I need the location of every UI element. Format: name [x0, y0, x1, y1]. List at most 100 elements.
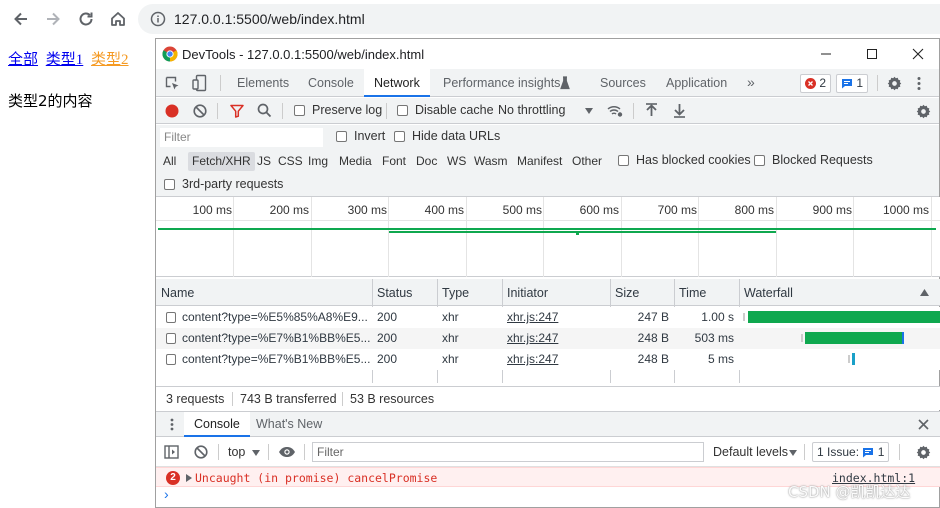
drawer-tab-console[interactable]: Console — [184, 412, 250, 437]
third-party-label: 3rd-party requests — [182, 177, 284, 191]
sidebar-toggle-icon[interactable] — [164, 445, 179, 459]
close-drawer-icon[interactable] — [918, 419, 929, 430]
watermark: CSDN @凯凯达达 — [788, 483, 911, 501]
error-icon — [805, 78, 816, 89]
overview-tick: 700 ms — [657, 203, 697, 217]
maximize-button[interactable] — [849, 39, 895, 69]
error-counter[interactable]: 2 — [800, 74, 832, 93]
close-window-button[interactable] — [895, 39, 940, 69]
request-initiator[interactable]: xhr.js:247 — [507, 310, 558, 324]
inspect-element-icon[interactable] — [165, 76, 180, 91]
type-filter-media[interactable]: Media — [339, 152, 372, 171]
settings-gear-icon[interactable] — [887, 76, 902, 91]
link-type1[interactable]: 类型1 — [46, 52, 84, 68]
home-button[interactable] — [107, 8, 129, 30]
overview-bar — [389, 231, 776, 233]
more-options-icon[interactable] — [916, 76, 922, 91]
tab-application[interactable]: Application — [666, 69, 727, 97]
request-initiator[interactable]: xhr.js:247 — [507, 331, 558, 345]
drawer-menu-icon[interactable] — [170, 418, 174, 431]
tab-network[interactable]: Network — [364, 69, 430, 97]
link-all[interactable]: 全部 — [8, 52, 38, 68]
browser-toolbar: 127.0.0.1:5500/web/index.html — [0, 0, 940, 38]
filter-icon[interactable] — [230, 104, 244, 118]
type-filter-font[interactable]: Font — [382, 152, 406, 171]
error-repeat-count: 2 — [166, 471, 180, 485]
link-type2[interactable]: 类型2 — [91, 52, 129, 68]
record-icon[interactable] — [165, 104, 179, 118]
type-filter-doc[interactable]: Doc — [416, 152, 437, 171]
type-filter-img[interactable]: Img — [308, 152, 328, 171]
reload-button[interactable] — [75, 8, 97, 30]
network-filter-input[interactable]: Filter — [160, 128, 323, 147]
third-party-checkbox[interactable] — [164, 179, 175, 190]
network-overview[interactable]: 100 ms 200 ms 300 ms 400 ms 500 ms 600 m… — [156, 197, 940, 277]
col-type[interactable]: Type — [442, 286, 469, 300]
minimize-button[interactable] — [803, 39, 849, 69]
export-har-icon[interactable] — [673, 103, 686, 118]
back-button[interactable] — [10, 8, 32, 30]
drawer-tab-whats-new[interactable]: What's New — [256, 412, 322, 437]
type-filter-wasm[interactable]: Wasm — [474, 152, 508, 171]
console-prompt[interactable]: › — [164, 486, 169, 502]
tab-performance-insights[interactable]: Performance insights — [443, 69, 560, 97]
live-expression-eye-icon[interactable] — [278, 446, 296, 458]
more-tabs-button[interactable]: » — [747, 69, 755, 97]
overview-tick: 600 ms — [579, 203, 619, 217]
type-filter-js[interactable]: JS — [257, 152, 271, 171]
filter-bar: Filter Invert Hide data URLs All Fetch/X… — [156, 125, 939, 197]
throttling-select[interactable]: No throttling — [498, 103, 565, 117]
col-time[interactable]: Time — [679, 286, 706, 300]
clear-icon[interactable] — [193, 104, 207, 118]
type-filter-ws[interactable]: WS — [447, 152, 466, 171]
has-blocked-cookies-checkbox[interactable] — [618, 155, 629, 166]
tab-elements[interactable]: Elements — [237, 69, 289, 97]
console-filter-input[interactable]: Filter — [312, 442, 704, 462]
message-counter[interactable]: 1 — [836, 74, 869, 93]
summary-transferred: 743 B transferred — [240, 392, 337, 406]
overview-bar — [576, 233, 579, 235]
table-row[interactable]: content?type=%E7%B1%BB%E5... 200 xhr xhr… — [156, 349, 940, 370]
blocked-requests-checkbox[interactable] — [754, 155, 765, 166]
type-filter-fetch-xhr[interactable]: Fetch/XHR — [188, 152, 255, 171]
drawer-tabbar: Console What's New — [156, 411, 940, 437]
hide-data-urls-checkbox[interactable] — [394, 131, 405, 142]
address-bar[interactable]: 127.0.0.1:5500/web/index.html — [138, 4, 940, 34]
context-select[interactable]: top — [228, 445, 245, 459]
clear-console-icon[interactable] — [194, 445, 208, 459]
type-filter-css[interactable]: CSS — [278, 152, 303, 171]
requests-table-header: Name Status Type Initiator Size Time Wat… — [156, 279, 940, 306]
tab-console[interactable]: Console — [308, 69, 354, 97]
device-toolbar-icon[interactable] — [192, 74, 208, 92]
type-filter-other[interactable]: Other — [572, 152, 602, 171]
tab-sources[interactable]: Sources — [600, 69, 646, 97]
network-settings-icon[interactable] — [916, 104, 931, 119]
console-settings-icon[interactable] — [916, 445, 931, 460]
preserve-log-checkbox[interactable] — [294, 105, 305, 116]
table-row[interactable]: content?type=%E5%85%A8%E9... 200 xhr xhr… — [156, 307, 940, 328]
table-row[interactable]: content?type=%E7%B1%BB%E5... 200 xhr xhr… — [156, 328, 940, 349]
reload-icon — [79, 12, 93, 26]
overview-tick: 200 ms — [269, 203, 309, 217]
issues-button[interactable]: 1 Issue: 1 — [812, 442, 890, 462]
invert-checkbox[interactable] — [336, 131, 347, 142]
col-initiator[interactable]: Initiator — [507, 286, 548, 300]
forward-button[interactable] — [42, 8, 64, 30]
import-har-icon[interactable] — [645, 103, 658, 118]
col-size[interactable]: Size — [615, 286, 639, 300]
expand-triangle-icon[interactable] — [186, 474, 192, 482]
col-status[interactable]: Status — [377, 286, 412, 300]
page-content: 类型2的内容 — [8, 92, 93, 110]
maximize-icon — [867, 49, 877, 59]
devtools-titlebar: DevTools - 127.0.0.1:5500/web/index.html — [156, 39, 939, 69]
search-icon[interactable] — [257, 103, 272, 118]
col-waterfall[interactable]: Waterfall — [744, 286, 793, 300]
col-name[interactable]: Name — [161, 286, 194, 300]
type-filter-manifest[interactable]: Manifest — [517, 152, 562, 171]
request-initiator[interactable]: xhr.js:247 — [507, 352, 558, 366]
disable-cache-checkbox[interactable] — [397, 105, 408, 116]
network-conditions-icon[interactable] — [607, 104, 623, 118]
waterfall-bar — [852, 353, 855, 365]
type-filter-all[interactable]: All — [163, 152, 176, 171]
log-levels-select[interactable]: Default levels — [713, 445, 788, 459]
